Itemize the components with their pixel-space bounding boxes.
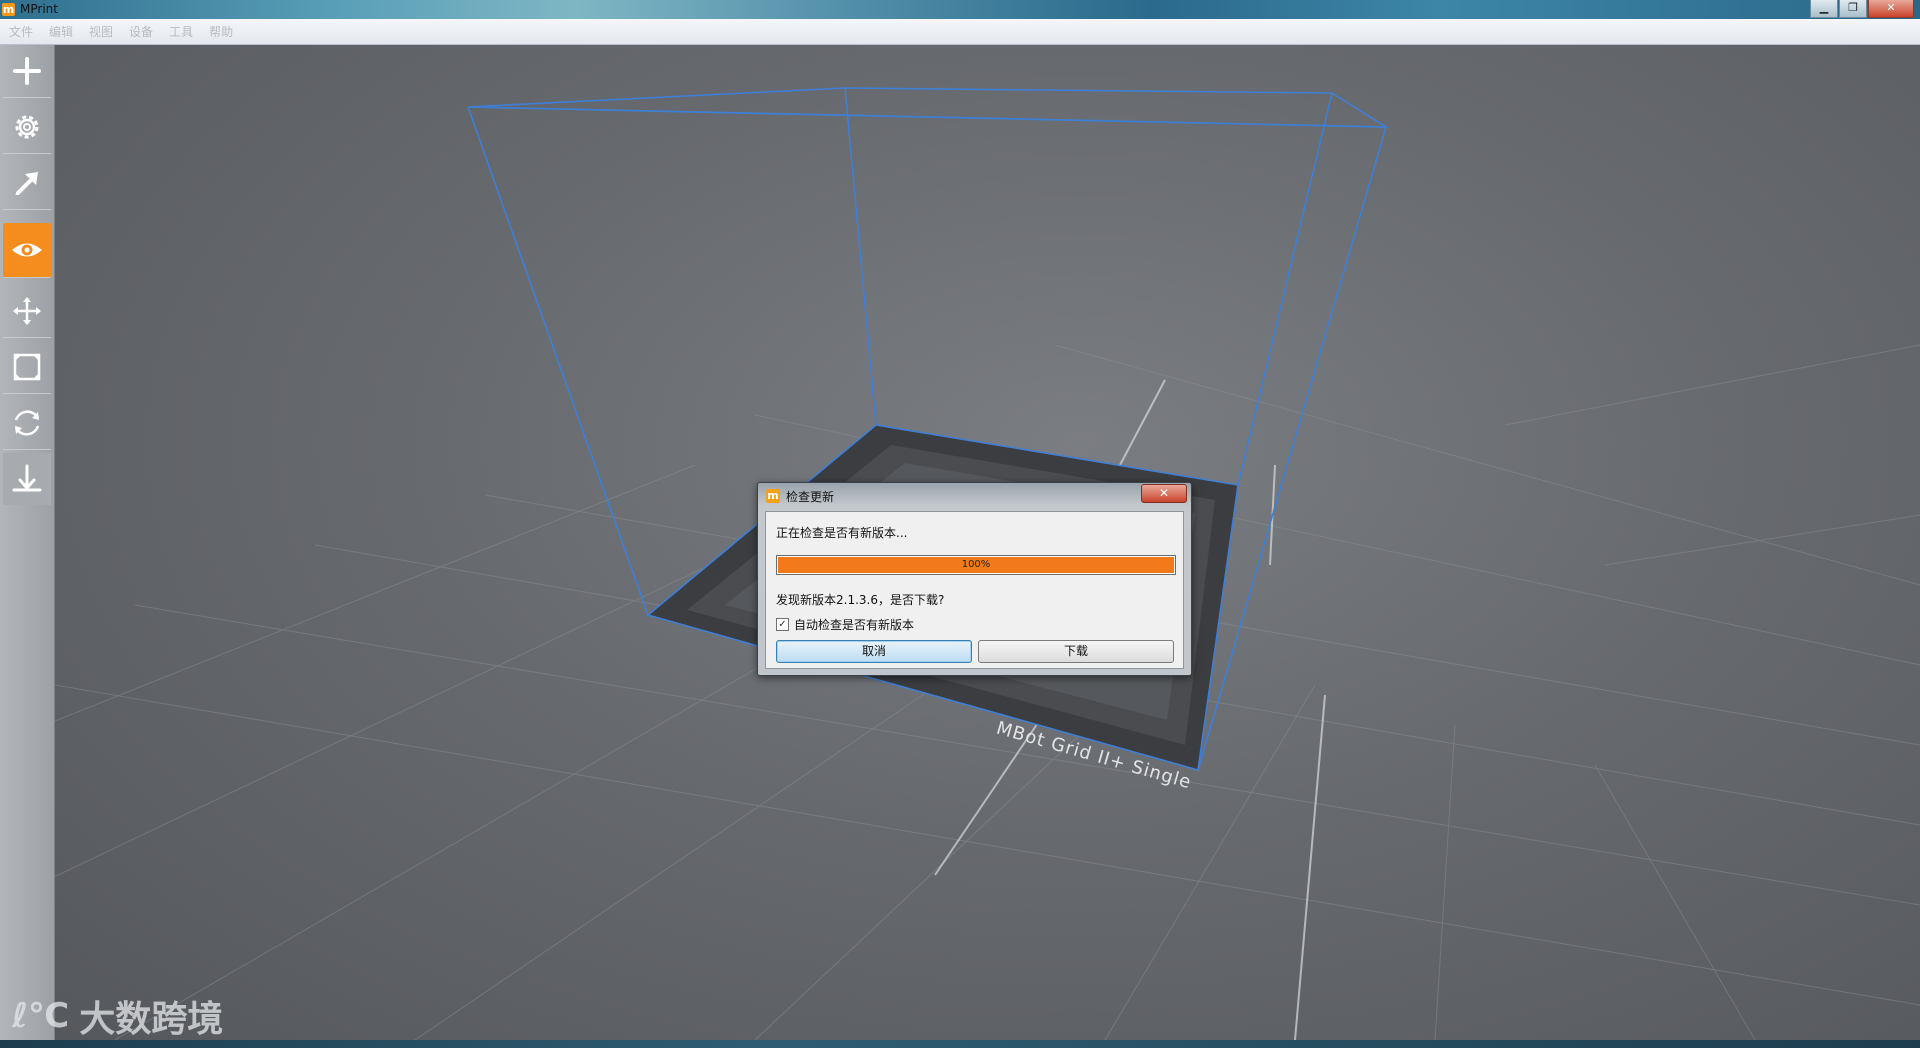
lay-flat-icon (12, 464, 42, 492)
dialog-body: 正在检查是否有新版本... 100% 发现新版本2.1.3.6，是否下载? ✓ … (765, 511, 1184, 669)
auto-check-label: 自动检查是否有新版本 (794, 618, 915, 632)
window-controls: ▁ ❐ ✕ (1809, 0, 1914, 18)
watermark-text: 大数跨境 (79, 999, 224, 1040)
move-button[interactable] (3, 285, 51, 338)
scale-icon (13, 353, 41, 381)
print-button[interactable] (3, 157, 51, 210)
window-title: MPrint (20, 2, 58, 16)
settings-button[interactable] (3, 101, 51, 154)
dialog-titlebar[interactable]: m 检查更新 ✕ (758, 483, 1191, 507)
maximize-button[interactable]: ❐ (1839, 0, 1867, 18)
update-dialog: m 检查更新 ✕ 正在检查是否有新版本... 100% 发现新版本2.1.3.6… (757, 482, 1192, 676)
auto-check-checkbox[interactable]: ✓ (776, 618, 789, 631)
download-button[interactable]: 下载 (978, 640, 1174, 663)
progress-bar: 100% (776, 555, 1176, 575)
close-button[interactable]: ✕ (1868, 0, 1914, 18)
taskbar (0, 1040, 1920, 1048)
watermark: ℓ℃ 大数跨境 (12, 990, 223, 1042)
dialog-close-button[interactable]: ✕ (1141, 484, 1187, 503)
minimize-button[interactable]: ▁ (1810, 0, 1838, 18)
progress-label: 100% (961, 559, 991, 570)
dialog-title: 检查更新 (786, 490, 835, 504)
status-text: 正在检查是否有新版本... (776, 526, 908, 540)
app-logo-icon: m (2, 3, 15, 16)
print-arrow-icon (15, 172, 38, 195)
menu-device[interactable]: 设备 (129, 23, 153, 40)
view-button[interactable] (3, 223, 51, 278)
eye-view-icon (12, 243, 42, 257)
move-icon (13, 297, 41, 325)
add-icon (13, 57, 41, 85)
lay-flat-button[interactable] (3, 453, 51, 505)
dialog-logo-icon: m (766, 489, 780, 503)
auto-check-option[interactable]: ✓ 自动检查是否有新版本 (776, 616, 914, 633)
rotate-icon (14, 410, 40, 436)
left-toolbar (0, 45, 55, 1040)
add-model-button[interactable] (3, 45, 51, 98)
menubar: 文件 编辑 视图 设备 工具 帮助 (0, 19, 1920, 45)
menu-file[interactable]: 文件 (9, 23, 33, 40)
menu-edit[interactable]: 编辑 (49, 23, 73, 40)
menu-tools[interactable]: 工具 (169, 23, 193, 40)
menu-help[interactable]: 帮助 (209, 23, 233, 40)
new-version-text: 发现新版本2.1.3.6，是否下载? (776, 593, 945, 607)
cancel-button[interactable]: 取消 (776, 640, 972, 663)
window-titlebar: m MPrint ▁ ❐ ✕ (0, 0, 1920, 19)
watermark-logo: ℓ℃ (12, 996, 70, 1036)
rotate-button[interactable] (3, 397, 51, 450)
gear-icon (15, 115, 39, 139)
menu-view[interactable]: 视图 (89, 23, 113, 40)
scale-button[interactable] (3, 341, 51, 394)
